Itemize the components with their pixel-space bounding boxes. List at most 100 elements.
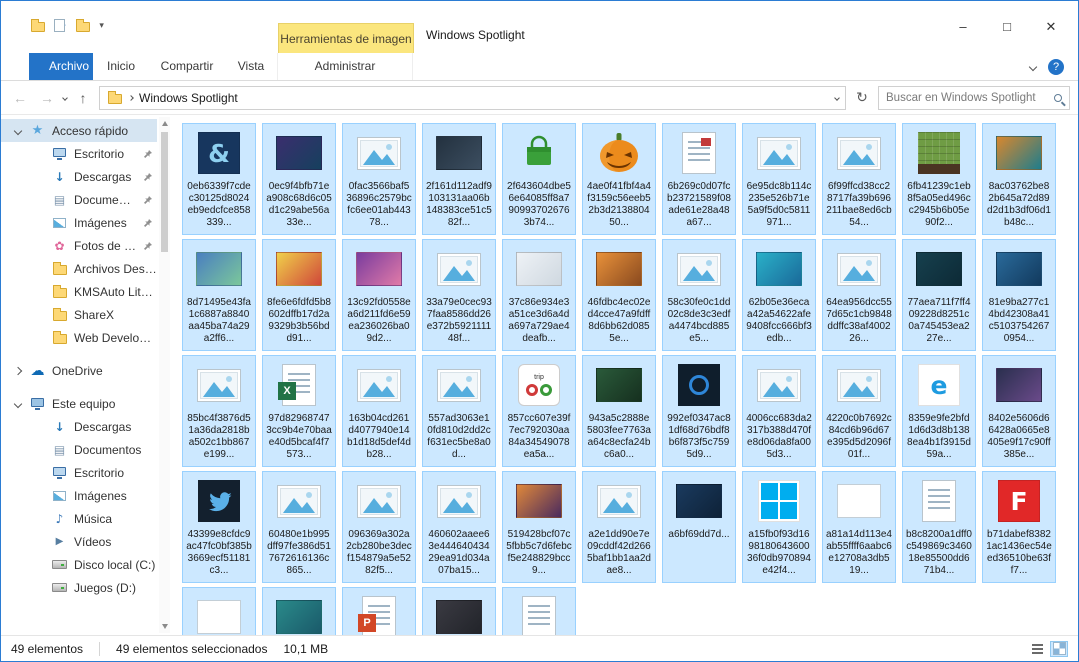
- properties-button[interactable]: ✓: [54, 17, 67, 34]
- tab-vista[interactable]: Vista: [225, 53, 277, 80]
- close-button[interactable]: ✕: [1038, 19, 1064, 35]
- sidebar-item-web-developer-n[interactable]: Web Developer N: [1, 326, 157, 349]
- file-item[interactable]: 8d71495e43fa1c6887a8840aa45ba74a29a2ff6.…: [182, 239, 256, 351]
- address-bar[interactable]: Windows Spotlight: [99, 85, 846, 110]
- sidebar-item-disco-local-c-[interactable]: Disco local (C:): [1, 553, 157, 576]
- file-item[interactable]: 77aea711f7ff409228d8251c0a745453ea227e..…: [902, 239, 976, 351]
- file-item[interactable]: 6f99ffcd38cc28717fa39b696211bae8ed6cb54.…: [822, 123, 896, 235]
- file-item[interactable]: 33a79e0cec937faa8586dd26e372b592111148f.…: [422, 239, 496, 351]
- file-item[interactable]: [262, 587, 336, 635]
- file-item[interactable]: 46fdbc4ec02ed4cce47a9fdff8d6bb62d0855e..…: [582, 239, 656, 351]
- file-item[interactable]: [502, 587, 576, 635]
- details-view-button[interactable]: [1028, 641, 1046, 657]
- file-item[interactable]: 37c86e934e3a51ce3d6a4da697a729ae4deafb..…: [502, 239, 576, 351]
- sidebar-item-escritorio[interactable]: Escritorio: [1, 461, 157, 484]
- sidebar-item-quick-access[interactable]: ★ Acceso rápido: [1, 119, 157, 142]
- breadcrumb-chevron-icon[interactable]: [128, 94, 134, 101]
- file-item[interactable]: & 0eb6339f7cdec30125d8024eb9edcfce858339.…: [182, 123, 256, 235]
- sidebar-item-documentos[interactable]: ▤ Documentos: [1, 438, 157, 461]
- file-item[interactable]: [182, 587, 256, 635]
- sidebar-item-documentos[interactable]: ▤ Documentos: [1, 188, 157, 211]
- scrollbar-track[interactable]: [159, 130, 170, 620]
- file-item[interactable]: 6e95dc8b114c235e526b71e5a9f5d0c5811971..…: [742, 123, 816, 235]
- sidebar-item-escritorio[interactable]: Escritorio: [1, 142, 157, 165]
- file-item[interactable]: 62b05e36ecaa42a54622afe9408fcc666bf3edb.…: [742, 239, 816, 351]
- sidebar-item-im-genes[interactable]: Imágenes: [1, 484, 157, 507]
- file-item[interactable]: a81a14d113e4ab55ffff6aabc6e12708a3db519.…: [822, 471, 896, 583]
- customize-toolbar-icon[interactable]: ▾: [99, 20, 104, 31]
- file-item[interactable]: Fb71dabef83821ac1436ec54eed36510be63ff7.…: [982, 471, 1056, 583]
- file-item[interactable]: trip 857cc607e39f7ec792030aa84a34549078ea…: [502, 355, 576, 467]
- sidebar-item-m-sica[interactable]: ♪ Música: [1, 507, 157, 530]
- chevron-right-icon[interactable]: [13, 366, 23, 375]
- file-item[interactable]: 13c92fd0558ea6d211fd6e59ea236026ba09d2..…: [342, 239, 416, 351]
- address-dropdown-icon[interactable]: [834, 94, 840, 101]
- chevron-down-icon[interactable]: [13, 399, 23, 408]
- file-item[interactable]: 58c30fe0c1dd02c8de3c3edfa4474bcd885e5...: [662, 239, 736, 351]
- thumbnails-view-button[interactable]: [1050, 640, 1068, 657]
- file-item[interactable]: 8fe6e6fdfd5b8602dffb17d2a9329b3b56bdd91.…: [262, 239, 336, 351]
- sidebar-item-im-genes[interactable]: Imágenes: [1, 211, 157, 234]
- file-item[interactable]: 4ae0f41fbf4a4f3159c56eeb52b3d213880450..…: [582, 123, 656, 235]
- file-item[interactable]: 557ad3063e10fd810d2dd2cf631ec5be8a0d...: [422, 355, 496, 467]
- file-item[interactable]: 6b269c0d07fcb23721589f08ade61e28a48a67..…: [662, 123, 736, 235]
- sidebar-item-archivos-descarg[interactable]: Archivos Descarg: [1, 257, 157, 280]
- search-icon[interactable]: [1054, 93, 1062, 102]
- refresh-button[interactable]: ↻: [851, 89, 873, 106]
- tab-compartir[interactable]: Compartir: [149, 53, 225, 80]
- file-item[interactable]: 163b04cd261d4077940e14b1d18d5def4db28...: [342, 355, 416, 467]
- sidebar-item-descargas[interactable]: ↓ Descargas: [1, 415, 157, 438]
- tab-inicio[interactable]: Inicio: [93, 53, 149, 80]
- file-item[interactable]: b8c8200a1dff0c549869c346018e85500dd671b4…: [902, 471, 976, 583]
- file-item[interactable]: a6bf69dd7d...: [662, 471, 736, 583]
- maximize-button[interactable]: □: [994, 19, 1020, 35]
- help-button[interactable]: ?: [1048, 58, 1064, 75]
- scroll-up-icon[interactable]: [161, 121, 168, 126]
- file-item[interactable]: P: [342, 587, 416, 635]
- tab-archivo[interactable]: Archivo: [29, 53, 93, 80]
- file-item[interactable]: 64ea956dcc557d65c1cb9848ddffc38af400226.…: [822, 239, 896, 351]
- file-item[interactable]: e 8359e9fe2bfd1d6d3d8b1388ea4b1f3915d59a.…: [902, 355, 976, 467]
- file-item[interactable]: 8ac03762be82b645a72d89d2d1b3df06d1b48c..…: [982, 123, 1056, 235]
- file-item[interactable]: 4006cc683da2317b388d470fe8d06da8fa005d3.…: [742, 355, 816, 467]
- sidebar-item-descargas[interactable]: ↓ Descargas: [1, 165, 157, 188]
- file-item[interactable]: 2f161d112adf9103131aa06b148383ce51c582f.…: [422, 123, 496, 235]
- file-item[interactable]: a15fb0f93d169818064360036f0db970894e42f4…: [742, 471, 816, 583]
- file-item[interactable]: 43399e8cfdc9ac47fc0bf385b3669ecf51181c3.…: [182, 471, 256, 583]
- forward-button[interactable]: →: [36, 90, 58, 106]
- back-button[interactable]: ←: [9, 90, 31, 106]
- file-item[interactable]: 4220c0b7692c84cd6b96d67e395d5d2096f01f..…: [822, 355, 896, 467]
- file-item[interactable]: 6fb41239c1eb8f5a05ed496cc2945b6b05e90f2.…: [902, 123, 976, 235]
- file-item[interactable]: 096369a302a2cb280be3decf154879a5e5282f5.…: [342, 471, 416, 583]
- new-folder-button[interactable]: [76, 19, 91, 32]
- search-input[interactable]: Buscar en Windows Spotlight: [878, 85, 1070, 110]
- up-button[interactable]: ↑: [72, 90, 94, 106]
- file-item[interactable]: 60480e1b995dff97fe386d517672616136c865..…: [262, 471, 336, 583]
- expand-ribbon-icon[interactable]: [1028, 62, 1038, 71]
- sidebar-item-juegos-d-[interactable]: Juegos (D:): [1, 576, 157, 599]
- file-item[interactable]: 81e9ba277c14bd42308a41c51037542670954...: [982, 239, 1056, 351]
- file-item[interactable]: 2f643604dbe56e64085ff8a7909937026763b74.…: [502, 123, 576, 235]
- tab-administrar[interactable]: Administrar: [277, 53, 413, 80]
- file-item[interactable]: 0fac3566baf536896c2579bcfc6ee01ab44378..…: [342, 123, 416, 235]
- file-item[interactable]: 992ef0347ac81df68d76bdf8b6f873f5c7595d9.…: [662, 355, 736, 467]
- file-item[interactable]: 460602aaee63e44464043429ea91d034a07ba15.…: [422, 471, 496, 583]
- file-item[interactable]: a2e1dd90e7e09cddf42d2665baf1bb1aa2dae8..…: [582, 471, 656, 583]
- file-item[interactable]: X 97d829687473cc9b4e70baae40d5bcaf4f7573.…: [262, 355, 336, 467]
- sidebar-item-kmsauto-lite-po[interactable]: KMSAuto Lite Po: [1, 280, 157, 303]
- file-item[interactable]: [422, 587, 496, 635]
- sidebar-item-this-pc[interactable]: Este equipo: [1, 392, 157, 415]
- sidebar-scrollbar[interactable]: [159, 117, 170, 633]
- sidebar-item-sharex[interactable]: ShareX: [1, 303, 157, 326]
- minimize-button[interactable]: –: [950, 19, 976, 35]
- sidebar-item-fotos-de-iclo[interactable]: ✿ Fotos de iClo: [1, 234, 157, 257]
- file-item[interactable]: 943a5c2888e5803fee7763aa64c8ecfa24bc6a0.…: [582, 355, 656, 467]
- chevron-down-icon[interactable]: [13, 126, 23, 135]
- scroll-down-icon[interactable]: [161, 624, 168, 629]
- sidebar-item-v-deos[interactable]: ▶ Vídeos: [1, 530, 157, 553]
- file-item[interactable]: 0ec9f4bfb71ea908c68d6c05d1c29abe56a33e..…: [262, 123, 336, 235]
- breadcrumb[interactable]: Windows Spotlight: [139, 91, 238, 105]
- sidebar-item-onedrive[interactable]: ☁ OneDrive: [1, 359, 157, 382]
- scrollbar-thumb[interactable]: [161, 132, 168, 252]
- file-item[interactable]: 519428bcf07c5fbb5c7d6febcf5e248829bcc9..…: [502, 471, 576, 583]
